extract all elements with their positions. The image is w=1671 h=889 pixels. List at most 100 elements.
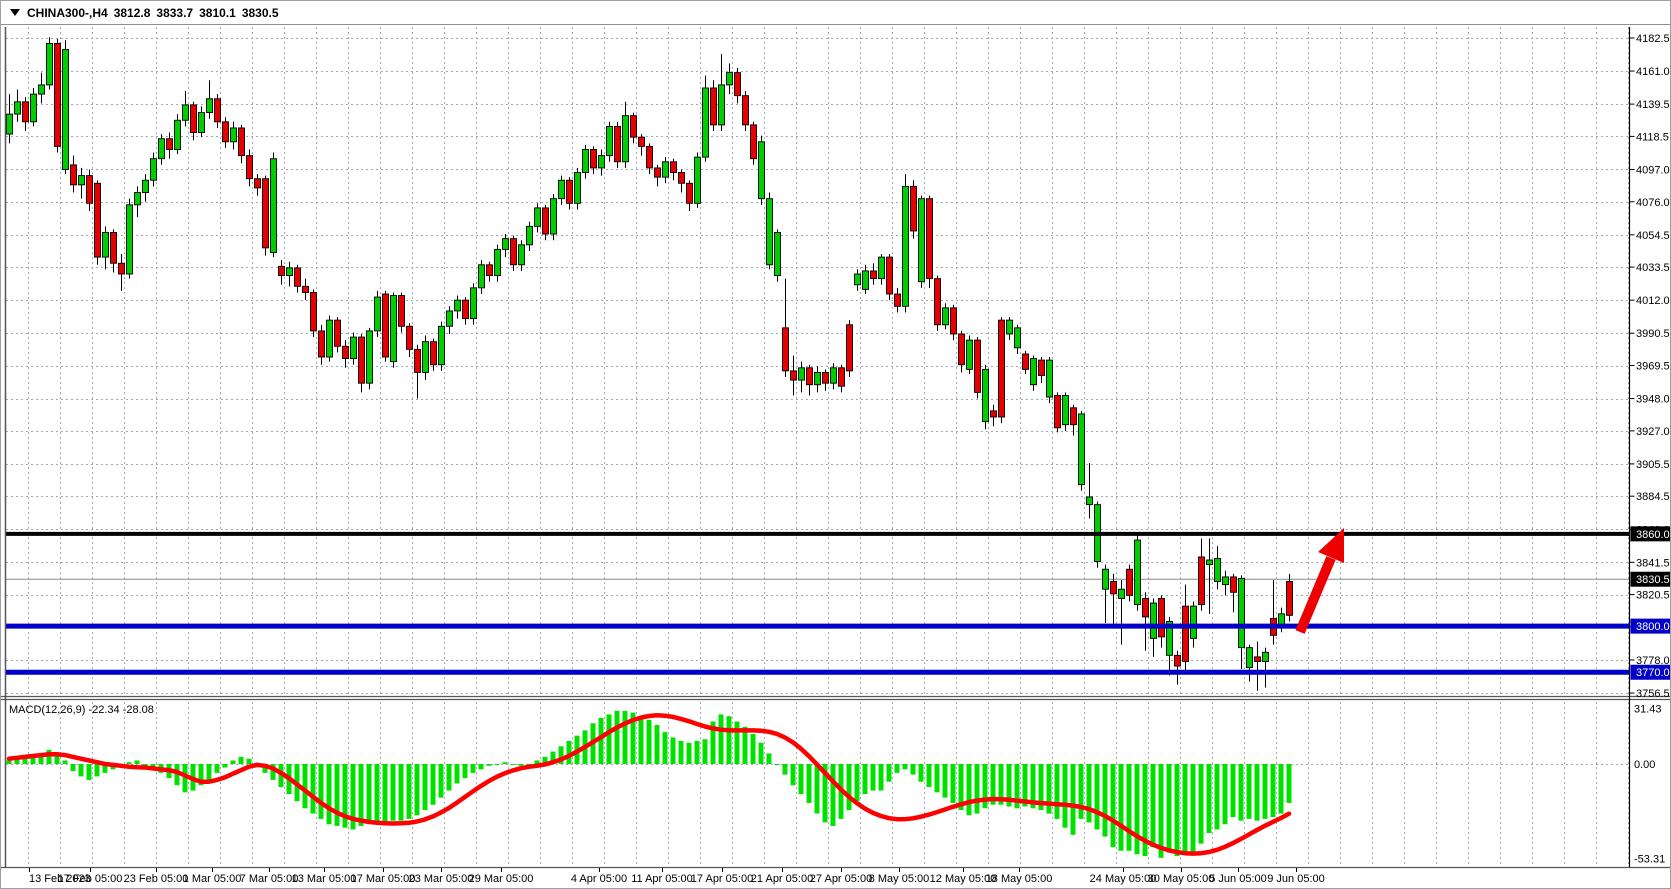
price-tick-label: 4054.5: [1636, 230, 1670, 242]
candle-down: [743, 96, 749, 125]
candle-down: [1255, 657, 1261, 662]
candle-up: [703, 88, 709, 157]
candle-up: [1207, 560, 1213, 565]
candle-down: [263, 179, 269, 248]
candle-up: [143, 180, 149, 192]
macd-histogram-bar: [335, 764, 340, 826]
candle-down: [415, 349, 421, 372]
candle-down: [631, 116, 637, 138]
level-price-label: 3800.0: [1631, 619, 1671, 634]
candle-up: [47, 43, 53, 85]
macd-histogram-bar: [1087, 764, 1092, 822]
candle-down: [255, 179, 261, 188]
macd-histogram-bar: [623, 711, 628, 764]
macd-histogram-bar: [1255, 764, 1260, 821]
macd-histogram-bar: [895, 764, 900, 773]
candle-up: [175, 120, 181, 149]
candle-down: [311, 292, 317, 330]
svg-text:3830.5: 3830.5: [1636, 574, 1670, 586]
candle-down: [215, 99, 221, 122]
candle-down: [1127, 569, 1133, 595]
candle-down: [647, 146, 653, 168]
candle-up: [183, 105, 189, 120]
macd-histogram-bar: [7, 760, 12, 764]
candle-down: [671, 162, 677, 173]
price-tick-label: 3884.5: [1636, 491, 1670, 503]
date-tick-label: 9 Jun 05:00: [1267, 873, 1325, 885]
macd-histogram-bar: [455, 764, 460, 783]
macd-histogram-bar: [831, 764, 836, 826]
date-tick-label: 11 Apr 05:00: [631, 873, 693, 885]
candle-up: [79, 176, 85, 185]
macd-histogram-bar: [759, 743, 764, 764]
macd-histogram-bar: [951, 764, 956, 803]
candle-down: [1071, 408, 1077, 425]
macd-histogram-bar: [423, 764, 428, 810]
date-tick-label: 24 May 05:00: [1090, 873, 1157, 885]
candle-up: [1119, 589, 1125, 598]
candle-down: [487, 265, 493, 276]
candle-up: [575, 173, 581, 204]
candle-up: [727, 73, 733, 85]
candle-up: [287, 268, 293, 276]
macd-histogram-bar: [927, 764, 932, 787]
candle-down: [567, 180, 573, 203]
macd-scale-label: -53.31: [1634, 853, 1665, 865]
candle-down: [783, 328, 789, 371]
candle-up: [151, 159, 157, 181]
candle-down: [383, 294, 389, 357]
candle-down: [359, 337, 365, 383]
candle-down: [511, 239, 517, 265]
macd-histogram-bar: [1287, 764, 1292, 803]
macd-histogram-bar: [407, 764, 412, 819]
candle-down: [791, 371, 797, 380]
macd-histogram-bar: [207, 764, 212, 780]
macd-histogram-bar: [847, 764, 852, 810]
quote-open: 3812.8: [114, 6, 151, 20]
price-tick-label: 3948.0: [1636, 394, 1670, 406]
candle-up: [1063, 395, 1069, 424]
candle-down: [543, 208, 549, 234]
candle-up: [423, 342, 429, 373]
candle-up: [39, 85, 45, 94]
macd-histogram-bar: [1183, 764, 1188, 854]
macd-histogram-bar: [1215, 764, 1220, 829]
price-tick-label: 4118.5: [1636, 131, 1669, 143]
candle-down: [319, 331, 325, 357]
candle-down: [679, 173, 685, 184]
candle-up: [1079, 414, 1085, 485]
candle-down: [119, 263, 125, 274]
candle-down: [1111, 582, 1117, 594]
candle-down: [1023, 354, 1029, 369]
macd-histogram-bar: [775, 764, 780, 765]
macd-histogram-bar: [1207, 764, 1212, 833]
candle-down: [111, 233, 117, 264]
macd-histogram-bar: [487, 764, 492, 766]
candle-down: [959, 334, 965, 365]
macd-histogram-bar: [1119, 764, 1124, 851]
symbol-dropdown-icon[interactable]: [10, 9, 20, 16]
price-tick-label: 4012.0: [1636, 295, 1670, 307]
macd-histogram-bar: [63, 760, 68, 764]
candle-up: [1263, 652, 1269, 661]
macd-histogram-bar: [719, 714, 724, 764]
candle-up: [599, 156, 605, 168]
macd-histogram-bar: [935, 764, 940, 792]
candle-down: [655, 168, 661, 177]
price-chart-canvas[interactable]: 4182.54161.04139.54118.54097.04076.04054…: [1, 1, 1671, 889]
macd-histogram-bar: [415, 764, 420, 815]
date-tick-label: 17 Feb 05:00: [58, 873, 123, 885]
macd-histogram-bar: [919, 764, 924, 782]
candle-down: [191, 105, 197, 133]
date-tick-label: 23 Feb 05:00: [124, 873, 189, 885]
candle-down: [839, 368, 845, 386]
quote-close: 3830.5: [242, 6, 279, 20]
candle-up: [159, 139, 165, 159]
candle-up: [551, 199, 557, 234]
date-tick-label: 13 Mar 05:00: [292, 873, 357, 885]
candle-up: [1007, 320, 1013, 334]
macd-histogram-bar: [1135, 764, 1140, 854]
candle-up: [831, 368, 837, 383]
macd-histogram-bar: [615, 711, 620, 764]
candle-up: [31, 94, 37, 122]
